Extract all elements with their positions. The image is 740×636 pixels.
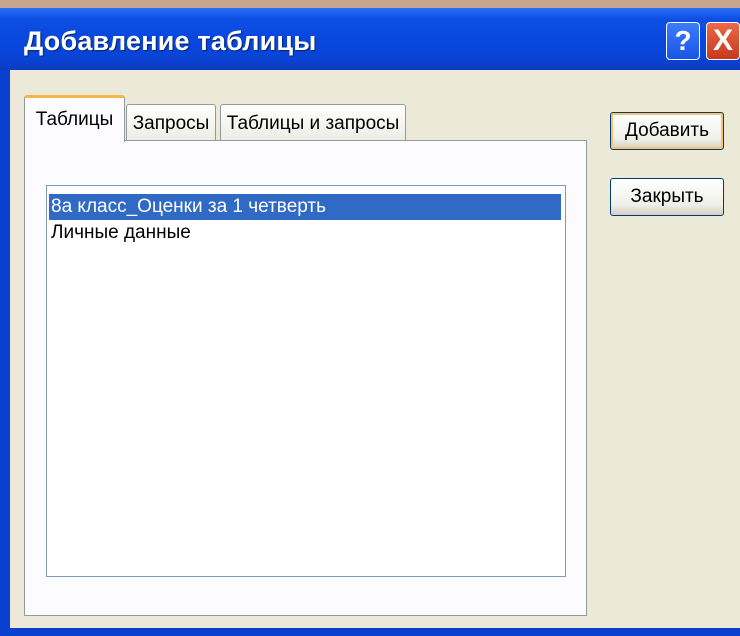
close-icon: X: [712, 24, 733, 57]
close-window-button[interactable]: X: [706, 22, 740, 60]
add-button[interactable]: Добавить: [610, 112, 724, 150]
list-item-label: Личные данные: [51, 222, 191, 243]
title-bar[interactable]: Добавление таблицы ? X: [0, 8, 740, 70]
list-item-label: 8а класс_Оценки за 1 четверть: [51, 196, 327, 217]
dialog-body: Таблицы Запросы Таблицы и запросы 8а кла…: [10, 70, 740, 628]
add-table-dialog: Добавление таблицы ? X Таблицы Запросы Т…: [0, 8, 740, 636]
tab-tables[interactable]: Таблицы: [24, 95, 125, 142]
tables-listbox[interactable]: 8а класс_Оценки за 1 четверть Личные дан…: [46, 185, 566, 577]
list-item[interactable]: 8а класс_Оценки за 1 четверть: [49, 194, 561, 220]
tab-tables-and-queries[interactable]: Таблицы и запросы: [220, 104, 406, 142]
tab-label: Таблицы и запросы: [226, 112, 400, 134]
tab-panel: 8а класс_Оценки за 1 четверть Личные дан…: [24, 140, 587, 616]
close-button[interactable]: Закрыть: [610, 178, 724, 216]
add-button-label: Добавить: [625, 120, 709, 141]
close-button-label: Закрыть: [630, 186, 704, 207]
tab-queries[interactable]: Запросы: [126, 104, 216, 142]
dialog-title: Добавление таблицы: [24, 26, 317, 56]
help-button[interactable]: ?: [666, 22, 700, 60]
tab-label: Таблицы: [35, 109, 114, 130]
question-mark-icon: ?: [674, 25, 692, 56]
tab-label: Запросы: [132, 112, 210, 134]
list-item[interactable]: Личные данные: [49, 220, 561, 246]
